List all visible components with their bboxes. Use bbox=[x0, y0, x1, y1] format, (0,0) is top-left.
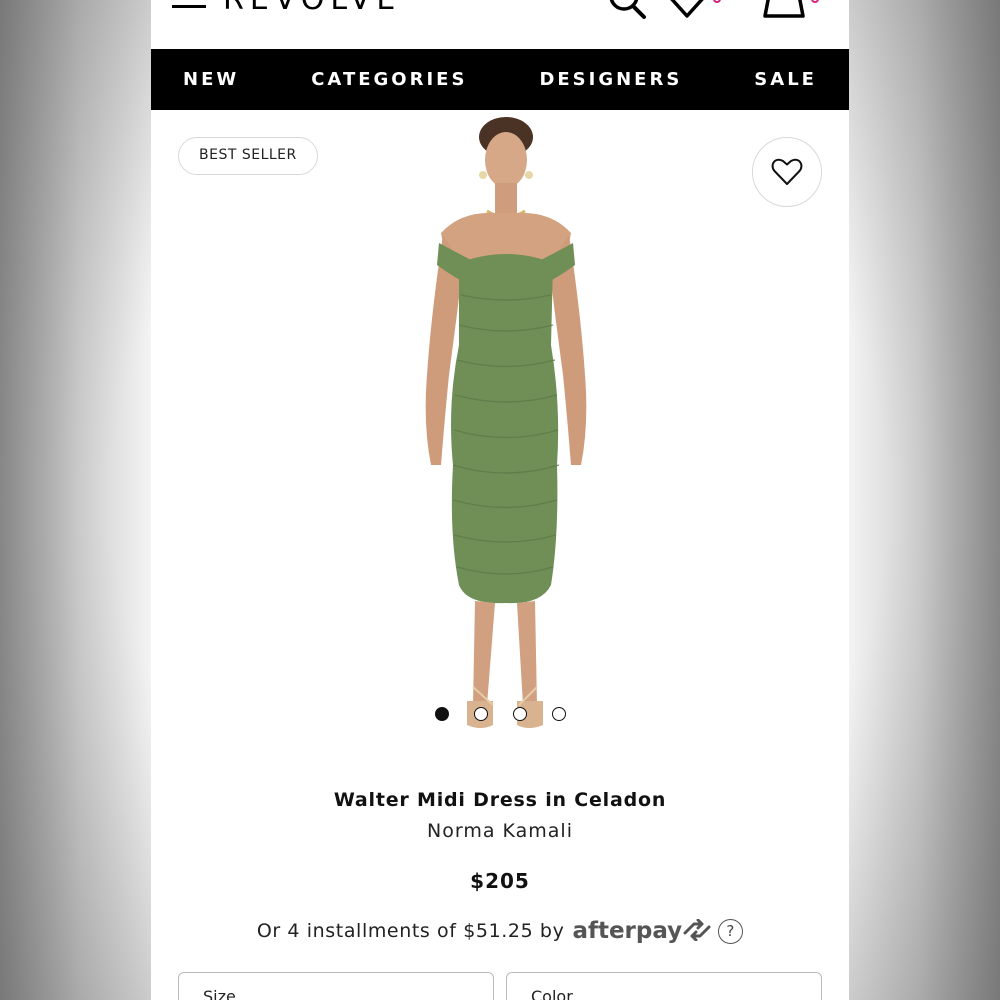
installments-text: Or 4 installments of $51.25 by bbox=[256, 920, 565, 942]
product-model-image bbox=[425, 117, 587, 728]
nav-item-sale[interactable]: SALE bbox=[754, 69, 817, 90]
installments-line: Or 4 installments of $51.25 by afterpay … bbox=[151, 918, 849, 944]
heart-outline-icon bbox=[771, 158, 803, 185]
wishlist-badge bbox=[713, 0, 721, 3]
heart-icon[interactable] bbox=[664, 0, 710, 20]
carousel-dot-3[interactable] bbox=[513, 707, 527, 721]
revolve-logo[interactable]: REVOLVE bbox=[223, 0, 401, 17]
add-to-wishlist-button[interactable] bbox=[752, 137, 822, 207]
product-designer[interactable]: Norma Kamali bbox=[151, 820, 849, 842]
afterpay-label: afterpay bbox=[572, 918, 683, 944]
nav-item-categories[interactable]: CATEGORIES bbox=[311, 69, 467, 90]
size-select[interactable]: Size bbox=[178, 972, 494, 1000]
nav-item-new[interactable]: NEW bbox=[183, 69, 239, 90]
bag-icon[interactable] bbox=[761, 0, 807, 20]
size-select-label: Size bbox=[203, 987, 236, 1000]
best-seller-badge: BEST SELLER bbox=[178, 137, 318, 175]
afterpay-arrows-icon bbox=[683, 918, 711, 942]
carousel-dots bbox=[435, 707, 566, 721]
top-bar: REVOLVE bbox=[151, 0, 849, 48]
carousel-dot-1[interactable] bbox=[435, 707, 449, 721]
product-image-carousel[interactable]: BEST SELLER bbox=[151, 110, 849, 780]
product-price: $205 bbox=[470, 869, 530, 893]
hamburger-icon[interactable] bbox=[172, 0, 206, 12]
bag-badge bbox=[811, 0, 819, 3]
carousel-dot-4[interactable] bbox=[552, 707, 566, 721]
search-icon[interactable] bbox=[606, 0, 650, 20]
color-select-label: Color bbox=[531, 987, 573, 1000]
nav-item-designers[interactable]: DESIGNERS bbox=[539, 69, 682, 90]
mobile-page: REVOLVE NEW CATEGORIES DESIGNERS SALE BE… bbox=[151, 0, 849, 1000]
afterpay-logo: afterpay bbox=[572, 918, 712, 944]
color-select[interactable]: Color bbox=[506, 972, 822, 1000]
help-icon[interactable]: ? bbox=[718, 918, 744, 944]
product-title: Walter Midi Dress in Celadon bbox=[333, 789, 667, 811]
carousel-dot-2[interactable] bbox=[474, 707, 488, 721]
main-nav: NEW CATEGORIES DESIGNERS SALE bbox=[151, 49, 849, 110]
